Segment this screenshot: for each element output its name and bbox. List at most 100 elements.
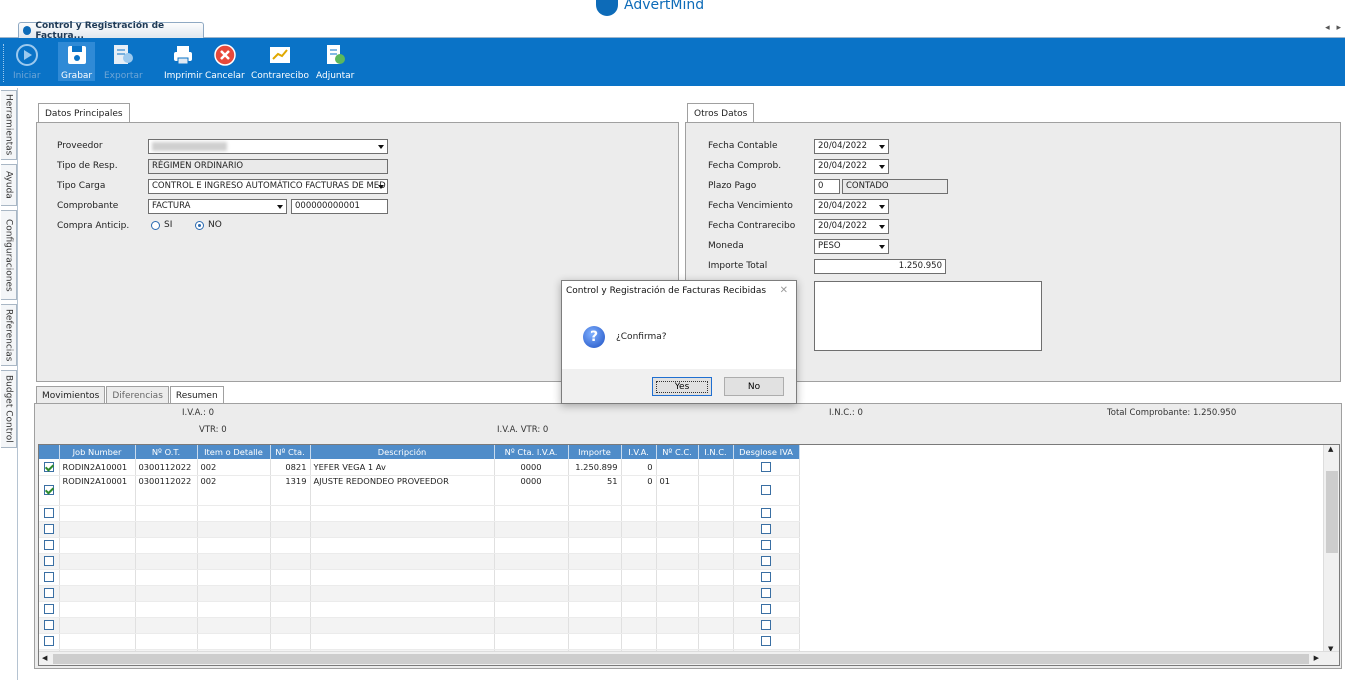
col-cta[interactable]: Nº Cta. xyxy=(270,445,311,459)
iniciar-button[interactable]: Iniciar xyxy=(13,42,41,81)
desglose-iva-checkbox[interactable] xyxy=(761,540,771,551)
adjuntar-button[interactable]: Adjuntar xyxy=(316,42,354,81)
plazo-pago-input[interactable]: 0 xyxy=(814,179,840,194)
table-row[interactable] xyxy=(39,569,800,586)
row-select-checkbox[interactable] xyxy=(43,604,54,615)
col-cta-iva[interactable]: Nº Cta. I.V.A. xyxy=(494,445,569,459)
fecha-contrarecibo-picker[interactable]: 20/04/2022 xyxy=(814,219,889,234)
yes-button[interactable]: Yes xyxy=(652,377,712,396)
document-tabstrip: Control y Registración de Factura... ◂ ▸ xyxy=(0,19,1345,41)
tab-datos-principales[interactable]: Datos Principales xyxy=(38,103,130,123)
table-row[interactable] xyxy=(39,601,800,618)
fecha-vencimiento-picker[interactable]: 20/04/2022 xyxy=(814,199,889,214)
col-inc[interactable]: I.N.C. xyxy=(698,445,734,459)
table-row[interactable]: RODIN2A10001 0300112022 002 1319 AJUSTE … xyxy=(39,475,800,506)
tab-otros-datos[interactable]: Otros Datos xyxy=(687,103,755,123)
vertical-scroll-thumb[interactable] xyxy=(1326,471,1338,553)
tipo-resp-field: RÉGIMEN ORDINARIO xyxy=(148,159,388,174)
table-row[interactable] xyxy=(39,521,800,538)
tab-movimientos[interactable]: Movimientos xyxy=(36,386,106,404)
row-select-checkbox[interactable] xyxy=(43,588,54,599)
cell-descripcion: AJUSTE REDONDEO PROVEEDOR xyxy=(310,475,495,506)
desglose-iva-checkbox[interactable] xyxy=(761,604,771,615)
desglose-iva-checkbox[interactable] xyxy=(761,508,771,519)
col-check[interactable] xyxy=(39,445,60,459)
row-select-checkbox[interactable] xyxy=(43,636,54,647)
tipo-resp-label: Tipo de Resp. xyxy=(57,161,118,171)
col-job-number[interactable]: Job Number xyxy=(59,445,136,459)
row-select-checkbox[interactable] xyxy=(43,524,54,535)
comprobante-select[interactable]: FACTURA xyxy=(148,199,287,214)
desglose-iva-checkbox[interactable] xyxy=(761,636,771,647)
grid-vertical-scrollbar[interactable]: ▲ ▼ xyxy=(1323,445,1339,653)
table-row[interactable] xyxy=(39,553,800,570)
fecha-comprob-picker[interactable]: 20/04/2022 xyxy=(814,159,889,174)
document-tab[interactable]: Control y Registración de Factura... xyxy=(18,21,204,41)
tipo-carga-label: Tipo Carga xyxy=(57,181,106,191)
no-button[interactable]: No xyxy=(724,377,784,396)
exportar-button[interactable]: Exportar xyxy=(104,42,143,81)
window-icon xyxy=(23,26,32,35)
scroll-up-arrow-icon[interactable]: ▲ xyxy=(1328,445,1333,453)
importe-total-input[interactable]: 1.250.950 xyxy=(814,259,946,274)
grid-horizontal-scrollbar[interactable]: ◀ ▶ xyxy=(39,651,1339,665)
col-descripcion[interactable]: Descripción xyxy=(310,445,495,459)
cancelar-button[interactable]: Cancelar xyxy=(205,42,245,81)
horizontal-scroll-thumb[interactable] xyxy=(53,654,1309,664)
row-select-checkbox[interactable] xyxy=(43,572,54,583)
compra-si-radio[interactable]: SI xyxy=(151,220,172,230)
proveedor-select[interactable] xyxy=(148,139,388,154)
moneda-select[interactable]: PESO xyxy=(814,239,889,254)
tab-resumen[interactable]: Resumen xyxy=(169,386,224,404)
sidebar-tab-referencias[interactable]: Referencias xyxy=(1,304,17,366)
table-row[interactable] xyxy=(39,537,800,554)
fecha-contable-picker[interactable]: 20/04/2022 xyxy=(814,139,889,154)
brand-mark-icon xyxy=(596,0,618,16)
col-cc[interactable]: Nº C.C. xyxy=(656,445,699,459)
desglose-iva-checkbox[interactable] xyxy=(761,572,771,583)
col-item[interactable]: Item o Detalle xyxy=(197,445,271,459)
col-desglose-iva[interactable]: Desglose IVA xyxy=(733,445,800,459)
row-select-checkbox[interactable] xyxy=(43,485,54,496)
col-ot[interactable]: Nº O.T. xyxy=(135,445,198,459)
grabar-button[interactable]: Grabar xyxy=(58,42,96,81)
scroll-left-arrow-icon[interactable]: ◀ xyxy=(42,654,47,662)
close-icon[interactable]: ✕ xyxy=(780,285,788,296)
contrarecibo-button[interactable]: Contrarecibo xyxy=(251,42,309,81)
comprobante-number-input[interactable]: 000000000001 xyxy=(291,199,388,214)
tipo-carga-select[interactable]: CONTROL E INGRESO AUTOMÁTICO FACTURAS DE… xyxy=(148,179,388,194)
desglose-iva-checkbox[interactable] xyxy=(761,524,771,535)
desglose-iva-checkbox[interactable] xyxy=(761,462,771,472)
table-row[interactable] xyxy=(39,585,800,602)
save-icon xyxy=(64,42,90,68)
sidebar-tab-ayuda[interactable]: Ayuda xyxy=(1,164,17,206)
desglose-iva-checkbox[interactable] xyxy=(761,620,771,631)
radio-circle-selected xyxy=(195,220,204,230)
toolbar-grip[interactable] xyxy=(3,44,6,82)
row-select-checkbox[interactable] xyxy=(43,620,54,631)
compra-no-radio[interactable]: NO xyxy=(195,220,222,230)
table-row[interactable]: RODIN2A10001 0300112022 002 0821 YEFER V… xyxy=(39,459,800,476)
row-select-checkbox[interactable] xyxy=(43,462,54,472)
tab-diferencias[interactable]: Diferencias xyxy=(106,386,169,404)
fecha-contrarecibo-label: Fecha Contrarecibo xyxy=(708,221,796,231)
sidebar-tab-herramientas[interactable]: Herramientas xyxy=(1,90,17,160)
table-row[interactable] xyxy=(39,617,800,634)
col-iva[interactable]: I.V.A. xyxy=(621,445,657,459)
row-select-checkbox[interactable] xyxy=(43,540,54,551)
row-select-checkbox[interactable] xyxy=(43,556,54,567)
imprimir-button[interactable]: Imprimir xyxy=(164,42,202,81)
observaciones-textarea[interactable] xyxy=(814,281,1042,351)
desglose-iva-checkbox[interactable] xyxy=(761,588,771,599)
desglose-iva-checkbox[interactable] xyxy=(761,556,771,567)
scroll-right-arrow-icon[interactable]: ▶ xyxy=(1314,654,1319,662)
table-row[interactable] xyxy=(39,633,800,650)
row-select-checkbox[interactable] xyxy=(43,508,54,519)
desglose-iva-checkbox[interactable] xyxy=(761,485,771,496)
sidebar-tab-configuraciones[interactable]: Configuraciones xyxy=(1,210,17,300)
col-importe[interactable]: Importe xyxy=(568,445,622,459)
sidebar-tab-budget-control[interactable]: Budget Control xyxy=(1,370,17,448)
movimientos-table: Job Number Nº O.T. Item o Detalle Nº Cta… xyxy=(39,445,800,665)
table-row[interactable] xyxy=(39,505,800,522)
tab-nav-arrows[interactable]: ◂ ▸ xyxy=(1325,23,1343,33)
